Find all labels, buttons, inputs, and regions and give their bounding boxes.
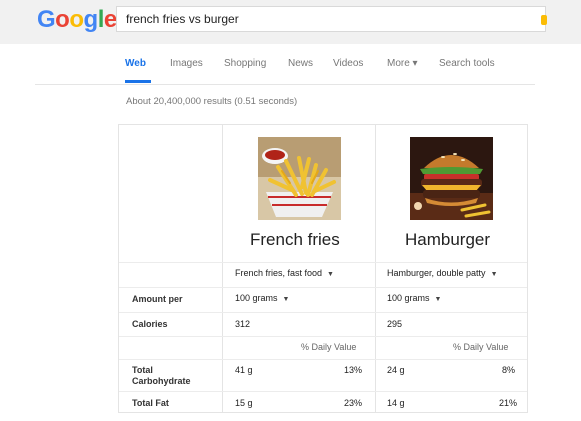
column-divider: [375, 125, 376, 412]
logo-letter: G: [37, 6, 56, 33]
french-fries-variant: French fries, fast food: [235, 268, 323, 278]
french-fries-carb-value: 41 g: [235, 365, 253, 375]
logo-letter: o: [69, 6, 84, 33]
food-name-hamburger: Hamburger: [405, 230, 491, 249]
hamburger-image[interactable]: [410, 137, 493, 220]
search-input[interactable]: french fries vs burger: [116, 6, 547, 32]
hamburger-calories: 295: [387, 319, 403, 329]
tab-images[interactable]: Images: [170, 58, 203, 69]
french-fries-variant-select[interactable]: French fries, fast food ▼: [235, 268, 334, 278]
amount-per-label: Amount per: [132, 294, 183, 304]
total-carbohydrate-label-line-1: Total: [132, 365, 153, 375]
column-divider: [222, 125, 223, 412]
hamburger-variant-select[interactable]: Hamburger, double patty ▼: [387, 268, 498, 278]
tab-more[interactable]: More ▾: [387, 58, 418, 69]
french-fries-amount-select[interactable]: 100 grams ▼: [235, 293, 289, 303]
total-carbohydrate-label-line-2: Carbohydrate: [132, 376, 191, 386]
hamburger-fat-value: 14 g: [387, 398, 405, 408]
top-bar: Google french fries vs burger: [0, 0, 581, 44]
french-fries-image[interactable]: [258, 137, 341, 220]
chevron-down-icon: ▼: [282, 296, 290, 303]
tab-videos[interactable]: Videos: [333, 58, 363, 69]
french-fries-amount: 100 grams: [235, 293, 278, 303]
chevron-down-icon: ▼: [434, 296, 442, 303]
google-logo[interactable]: Google: [37, 6, 117, 34]
divider: [35, 84, 535, 85]
french-fries-carb-percent: 13%: [344, 365, 363, 375]
logo-letter: o: [55, 6, 70, 33]
daily-value-header: % Daily Value: [301, 342, 357, 352]
tab-shopping[interactable]: Shopping: [224, 58, 266, 69]
row-divider: [119, 336, 527, 337]
hamburger-amount-select[interactable]: 100 grams ▼: [387, 293, 441, 303]
row-divider: [119, 287, 527, 288]
hamburger-amount: 100 grams: [387, 293, 430, 303]
food-name-french-fries: French fries: [250, 230, 340, 249]
hamburger-carb-value: 24 g: [387, 365, 405, 375]
tab-news[interactable]: News: [288, 58, 313, 69]
logo-letter: e: [103, 6, 117, 33]
hamburger-fat-percent: 21%: [499, 398, 518, 408]
hamburger-variant: Hamburger, double patty: [387, 268, 486, 278]
tab-search-tools[interactable]: Search tools: [439, 58, 495, 69]
result-stats: About 20,400,000 results (0.51 seconds): [126, 96, 298, 107]
row-divider: [119, 359, 527, 360]
logo-letter: g: [83, 6, 99, 33]
chevron-down-icon: ▼: [327, 271, 334, 278]
row-divider: [119, 262, 527, 263]
french-fries-fat-value: 15 g: [235, 398, 253, 408]
french-fries-fat-percent: 23%: [344, 398, 363, 408]
nutrition-comparison-card: French fries Hamburger French fries, fas…: [118, 124, 528, 413]
active-tab-indicator: [125, 80, 151, 83]
daily-value-header: % Daily Value: [453, 342, 509, 352]
search-query: french fries vs burger: [126, 12, 239, 26]
calories-label: Calories: [132, 319, 168, 329]
microphone-icon[interactable]: [541, 15, 547, 25]
tab-web[interactable]: Web: [125, 58, 146, 69]
chevron-down-icon: ▼: [490, 271, 498, 278]
row-divider: [119, 312, 527, 313]
total-fat-label: Total Fat: [132, 398, 169, 408]
french-fries-calories: 312: [235, 319, 251, 329]
hamburger-carb-percent: 8%: [502, 365, 516, 375]
row-divider: [119, 391, 527, 392]
